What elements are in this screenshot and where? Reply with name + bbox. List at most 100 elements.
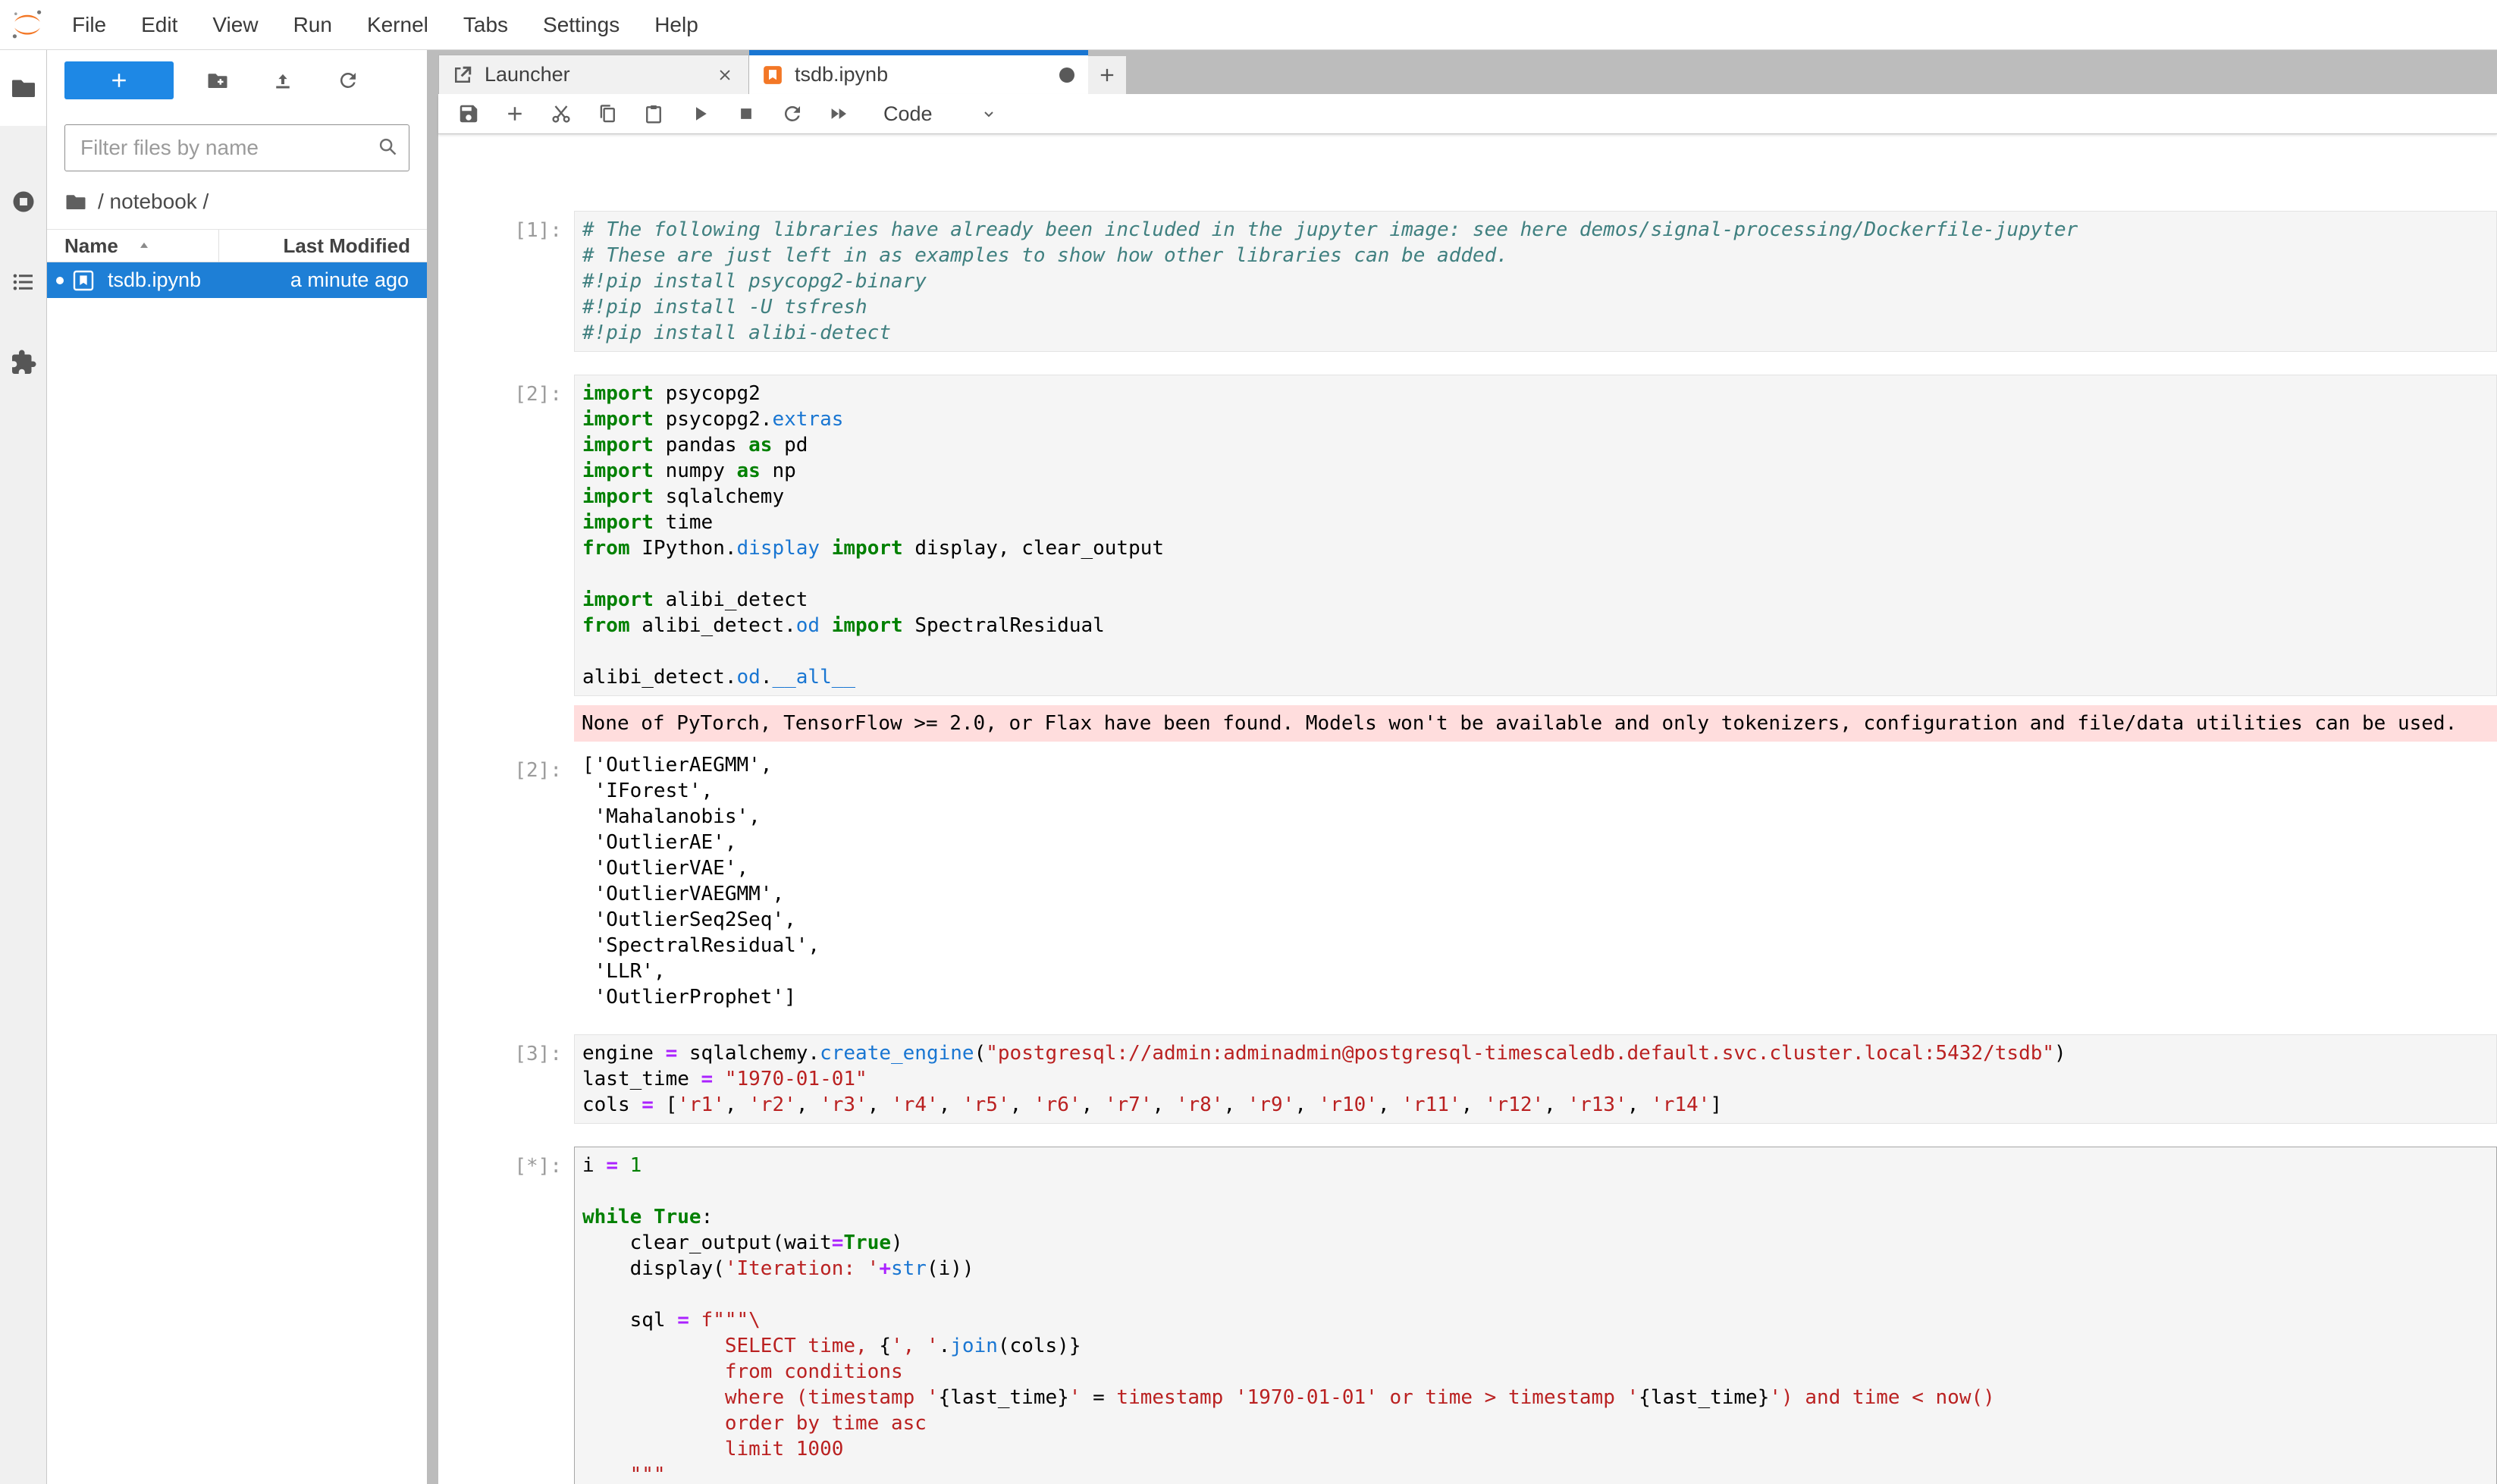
cell-type-value: Code (883, 102, 933, 126)
activitybar-tab-extensions[interactable] (0, 325, 46, 400)
sort-ascending-icon (136, 238, 152, 253)
code-line: limit 1000 (582, 1436, 2489, 1462)
cell-type-dropdown[interactable]: Code (883, 102, 998, 126)
file-list-header: Name Last Modified (47, 229, 427, 262)
notebook-icon (761, 64, 784, 86)
menu-help[interactable]: Help (637, 13, 716, 36)
menu-view[interactable]: View (195, 13, 275, 36)
code-line: last_time = "1970-01-01" (582, 1066, 2489, 1092)
paste-cells-button[interactable] (640, 99, 667, 129)
code-line: sql = f"""\ (582, 1307, 2489, 1333)
add-tab-button[interactable] (1088, 56, 1126, 94)
running-sessions-icon (10, 188, 37, 215)
dock-panel: Launcher tsdb.ipynb Code [1]:# The follow… (438, 50, 2497, 1484)
insert-cell-button[interactable] (501, 99, 529, 129)
code-line: #!pip install alibi-detect (582, 320, 2489, 346)
code-line: import pandas as pd (582, 432, 2489, 458)
code-line: import time (582, 510, 2489, 535)
tab-launcher[interactable]: Launcher (438, 55, 749, 94)
cell-editor[interactable]: engine = sqlalchemy.create_engine("postg… (574, 1034, 2497, 1124)
notebook-cell: [3]: engine = sqlalchemy.create_engine("p… (438, 1034, 2497, 1124)
cut-cells-icon (550, 102, 572, 125)
code-line: import numpy as np (582, 458, 2489, 484)
activity-bar (0, 50, 47, 1484)
code-line: 'SpectralResidual', (582, 933, 2489, 958)
file-name: tsdb.ipynb (108, 268, 290, 292)
upload-button[interactable] (262, 61, 304, 99)
cut-cells-button[interactable] (547, 99, 575, 129)
cell-output-row: [2]:['OutlierAEGMM', 'IForest', 'Mahalan… (438, 751, 2497, 1012)
file-browser-icon (10, 74, 37, 102)
code-line: cols = ['r1', 'r2', 'r3', 'r4', 'r5', 'r… (582, 1092, 2489, 1118)
code-line: 'IForest', (582, 778, 2489, 804)
code-line: # The following libraries have already b… (582, 217, 2489, 243)
close-tab-button[interactable] (715, 65, 735, 85)
cell-input-row: [3]: engine = sqlalchemy.create_engine("p… (438, 1034, 2497, 1124)
menu-kernel[interactable]: Kernel (350, 13, 446, 36)
filter-files-input[interactable] (64, 124, 409, 171)
restart-run-all-button[interactable] (825, 99, 852, 129)
code-line: display('Iteration: '+str(i)) (582, 1256, 2489, 1282)
modified-dot (56, 277, 64, 284)
unsaved-changes-dot (1059, 67, 1074, 83)
cell-input-row: [*]:i = 1 while True: clear_output(wait=… (438, 1147, 2497, 1484)
menu-tabs[interactable]: Tabs (446, 13, 525, 36)
sidebar-splitter[interactable] (427, 50, 438, 1484)
code-line: SELECT time, {', '.join(cols)} (582, 1333, 2489, 1359)
breadcrumb-path: / notebook / (98, 190, 209, 214)
cell-editor[interactable]: import psycopg2import psycopg2.extrasimp… (574, 375, 2497, 696)
menu-settings[interactable]: Settings (525, 13, 637, 36)
cell-editor[interactable]: i = 1 while True: clear_output(wait=True… (574, 1147, 2497, 1484)
new-folder-button[interactable] (196, 61, 239, 99)
notebook-cell: [1]:# The following libraries have alrea… (438, 211, 2497, 352)
cell-input-row: [2]:import psycopg2import psycopg2.extra… (438, 375, 2497, 696)
save-button[interactable] (455, 99, 482, 129)
activitybar-tab-file-browser[interactable] (0, 50, 46, 126)
code-line: i = 1 (582, 1153, 2489, 1178)
code-line (582, 1178, 2489, 1204)
code-line: while True: (582, 1204, 2489, 1230)
code-line: """ (582, 1462, 2489, 1484)
jupyter-logo-icon (0, 7, 55, 43)
tab-tsdb-ipynb[interactable]: tsdb.ipynb (749, 50, 1088, 94)
code-line: 'OutlierVAE', (582, 855, 2489, 881)
run-cell-button[interactable] (686, 99, 714, 129)
code-line: engine = sqlalchemy.create_engine("postg… (582, 1040, 2489, 1066)
stderr-output: None of PyTorch, TensorFlow >= 2.0, or F… (574, 705, 2497, 742)
interrupt-kernel-icon (735, 102, 758, 125)
cell-editor[interactable]: # The following libraries have already b… (574, 211, 2497, 352)
menu-file[interactable]: File (55, 13, 124, 36)
column-header-name[interactable]: Name (47, 230, 219, 262)
menu-edit[interactable]: Edit (124, 13, 195, 36)
code-line: from IPython.display import display, cle… (582, 535, 2489, 561)
column-header-last-modified[interactable]: Last Modified (219, 234, 427, 258)
file-row[interactable]: tsdb.ipynba minute ago (47, 262, 427, 298)
activitybar-tab-table-of-contents[interactable] (0, 244, 46, 320)
file-browser-panel: / notebook / Name Last Modified tsdb.ipy… (47, 50, 427, 1484)
home-folder-icon[interactable] (64, 190, 87, 213)
code-line: order by time asc (582, 1410, 2489, 1436)
extensions-icon (10, 349, 37, 376)
code-line: 'LLR', (582, 958, 2489, 984)
save-icon (457, 102, 480, 125)
activitybar-tab-running-sessions[interactable] (0, 164, 46, 240)
execution-prompt: [3]: (438, 1034, 574, 1067)
code-line: import sqlalchemy (582, 484, 2489, 510)
tab-label: Launcher (485, 63, 704, 86)
copy-cells-icon (596, 102, 619, 125)
copy-cells-button[interactable] (594, 99, 621, 129)
restart-kernel-button[interactable] (779, 99, 806, 129)
code-line: #!pip install -U tsfresh (582, 294, 2489, 320)
cell-output-row: None of PyTorch, TensorFlow >= 2.0, or F… (438, 705, 2497, 742)
output-prompt (438, 705, 574, 712)
interrupt-kernel-button[interactable] (732, 99, 760, 129)
execution-prompt: [2]: (438, 375, 574, 407)
code-line: import alibi_detect (582, 587, 2489, 613)
breadcrumb[interactable]: / notebook / (47, 185, 427, 218)
code-line: where (timestamp '{last_time}' = timesta… (582, 1385, 2489, 1410)
menu-run[interactable]: Run (276, 13, 350, 36)
file-last-modified: a minute ago (290, 268, 427, 292)
new-launcher-button[interactable] (64, 61, 174, 99)
refresh-button[interactable] (327, 61, 369, 99)
new-launcher-plus-icon (108, 69, 130, 92)
